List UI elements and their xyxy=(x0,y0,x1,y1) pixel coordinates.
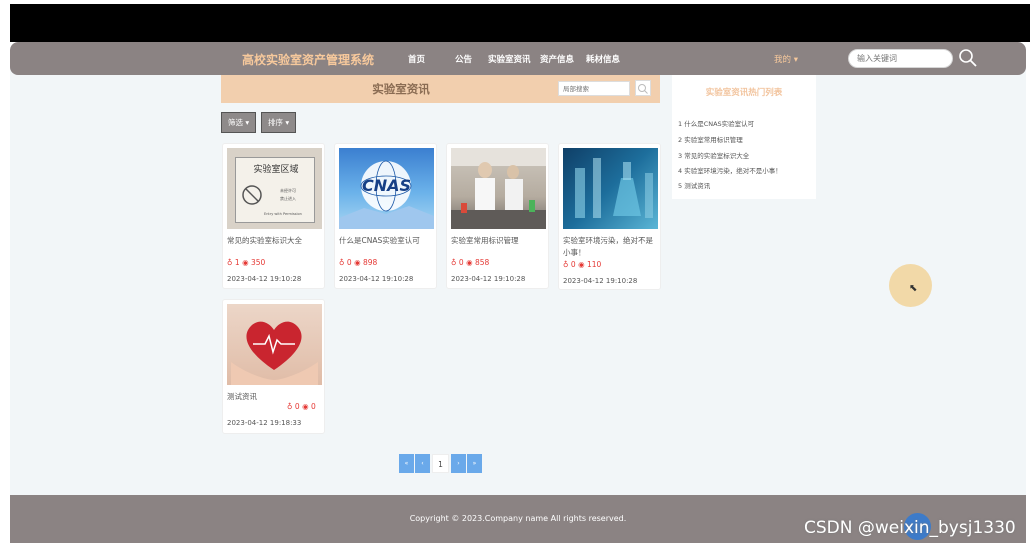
view-icon: ◉ xyxy=(242,258,251,267)
card-stats: ♁ 0 ◉ 898 xyxy=(339,258,377,267)
hot-list-item[interactable]: 3 常见的实验室标识大全 xyxy=(678,150,749,160)
nav-item-assets[interactable]: 资产信息 xyxy=(540,53,574,65)
cnas-logo-image: CNAS xyxy=(339,148,434,229)
card-title[interactable]: 常见的实验室标识大全 xyxy=(227,235,324,247)
view-count: 898 xyxy=(363,258,378,267)
card-date: 2023-04-12 19:10:28 xyxy=(563,277,638,285)
news-card[interactable]: 实验室常用标识管理 ♁ 0 ◉ 858 2023-04-12 19:10:28 xyxy=(446,143,549,289)
local-search-button[interactable] xyxy=(635,80,651,96)
search-icon xyxy=(638,84,648,94)
sign-heading: 实验室区域 xyxy=(253,165,299,175)
site-brand[interactable]: 高校实验室资产管理系统 xyxy=(242,51,374,68)
nav-item-home[interactable]: 首页 xyxy=(408,53,425,65)
view-count: 350 xyxy=(251,258,266,267)
next-page-button[interactable]: › xyxy=(451,454,466,473)
local-search-input[interactable] xyxy=(558,81,630,96)
like-icon[interactable]: ♁ xyxy=(227,258,235,267)
prohibited-icon xyxy=(242,185,262,205)
top-black-bar xyxy=(10,4,1030,42)
view-count: 0 xyxy=(311,402,316,411)
like-count: 0 xyxy=(294,402,300,411)
card-title[interactable]: 实验室常用标识管理 xyxy=(451,235,548,247)
sign-line-2: 禁止进入 xyxy=(280,196,296,201)
like-icon[interactable]: ♁ xyxy=(287,402,295,411)
card-date: 2023-04-12 19:18:33 xyxy=(227,419,302,427)
like-icon[interactable]: ♁ xyxy=(339,258,347,267)
lab-flasks-illustration xyxy=(575,158,653,218)
heart-hands-image xyxy=(227,304,322,385)
nav-item-lab-news[interactable]: 实验室资讯 xyxy=(488,53,531,65)
page-title: 实验室资讯 xyxy=(372,82,430,96)
heart-icon xyxy=(231,321,318,385)
news-card[interactable]: 实验室环境污染，绝对不是小事！ ♁ 0 ◉ 110 2023-04-12 19:… xyxy=(558,143,661,290)
like-icon[interactable]: ♁ xyxy=(451,258,459,267)
hot-list-title: 实验室资讯热门列表 xyxy=(705,88,783,98)
lab-area-sign-image: 实验室区域 未经许可 禁止进入 Entry with Permission xyxy=(227,148,322,229)
hot-list-item[interactable]: 2 实验室常用标识管理 xyxy=(678,134,743,144)
view-icon: ◉ xyxy=(578,260,587,269)
news-card[interactable]: 测试资讯 ♁ 0 ◉ 0 2023-04-12 19:18:33 xyxy=(222,299,325,434)
card-date: 2023-04-12 19:10:28 xyxy=(339,275,414,283)
card-title[interactable]: 实验室环境污染，绝对不是小事！ xyxy=(563,235,660,259)
card-title[interactable]: 什么是CNAS实验室认可 xyxy=(339,235,436,247)
card-stats: ♁ 0 ◉ 858 xyxy=(451,258,489,267)
page-title-bar: 实验室资讯 xyxy=(221,75,660,103)
navbar: 高校实验室资产管理系统 首页 公告 实验室资讯 资产信息 耗材信息 我的 ▾ xyxy=(10,42,1026,75)
card-date: 2023-04-12 19:10:28 xyxy=(227,275,302,283)
filter-button[interactable]: 筛选 ▾ xyxy=(221,112,257,133)
sort-button[interactable]: 排序 ▾ xyxy=(261,112,297,133)
view-icon: ◉ xyxy=(466,258,475,267)
card-stats: ♁ 0 ◉ 0 xyxy=(287,402,316,411)
lab-workers-image xyxy=(451,148,546,229)
card-date: 2023-04-12 19:10:28 xyxy=(451,275,526,283)
like-count: 0 xyxy=(570,260,576,269)
view-icon: ◉ xyxy=(302,402,311,411)
sign-line-3: Entry with Permission xyxy=(264,212,302,216)
prev-page-button[interactable]: ‹ xyxy=(415,454,430,473)
view-count: 110 xyxy=(587,260,602,269)
like-count: 0 xyxy=(346,258,352,267)
view-count: 858 xyxy=(475,258,490,267)
browser-page: 高校实验室资产管理系统 首页 公告 实验室资讯 资产信息 耗材信息 我的 ▾ 实… xyxy=(10,42,1026,543)
csdn-watermark: CSDN @weixin_bysj1330 xyxy=(804,518,1016,538)
last-page-button[interactable]: » xyxy=(467,454,482,473)
user-menu[interactable]: 我的 ▾ xyxy=(774,53,798,65)
lab-workers-illustration xyxy=(451,148,546,229)
like-count: 1 xyxy=(234,258,240,267)
news-card[interactable]: 实验室区域 未经许可 禁止进入 Entry with Permission 常见… xyxy=(222,143,325,289)
nav-item-notice[interactable]: 公告 xyxy=(455,53,472,65)
nav-item-consumables[interactable]: 耗材信息 xyxy=(586,53,620,65)
mouse-pointer-icon: ⬉ xyxy=(909,283,918,294)
hot-list-item[interactable]: 5 测试资讯 xyxy=(678,180,710,190)
current-page-button[interactable]: 1 xyxy=(432,454,449,473)
hot-list-item[interactable]: 4 实验室环境污染，绝对不是小事！ xyxy=(678,165,782,175)
search-input[interactable] xyxy=(848,49,953,68)
search-icon[interactable] xyxy=(958,48,978,68)
news-card[interactable]: CNAS 什么是CNAS实验室认可 ♁ 0 ◉ 898 2023-04-12 1… xyxy=(334,143,437,289)
card-stats: ♁ 1 ◉ 350 xyxy=(227,258,265,267)
card-stats: ♁ 0 ◉ 110 xyxy=(563,260,601,269)
cnas-text: CNAS xyxy=(361,176,412,195)
like-icon[interactable]: ♁ xyxy=(563,260,571,269)
sign-line-1: 未经许可 xyxy=(280,188,296,193)
hot-list-item[interactable]: 1 什么是CNAS实验室认可 xyxy=(678,118,754,128)
like-count: 0 xyxy=(458,258,464,267)
view-icon: ◉ xyxy=(354,258,363,267)
lab-flasks-image xyxy=(563,148,658,229)
hot-list-panel: 实验室资讯热门列表 1 什么是CNAS实验室认可 2 实验室常用标识管理 3 常… xyxy=(672,75,816,199)
first-page-button[interactable]: « xyxy=(399,454,414,473)
